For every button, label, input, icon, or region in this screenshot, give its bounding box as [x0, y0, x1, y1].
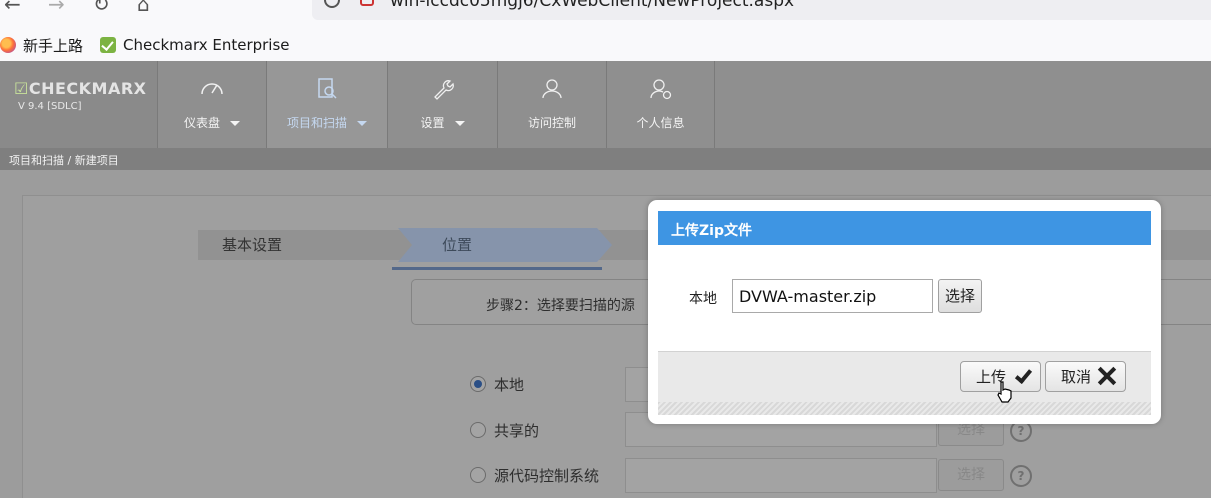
- version-label: V 9.4 [SDLC]: [18, 101, 82, 112]
- forward-arrow-icon[interactable]: →: [48, 0, 65, 14]
- user-settings-icon: [649, 79, 671, 100]
- menu-label: 个人信息: [636, 116, 685, 130]
- chevron-down-icon: [454, 121, 465, 126]
- dialog-title: 上传Zip文件: [658, 211, 1151, 245]
- active-step-underline: [392, 267, 602, 270]
- source-control-input[interactable]: [625, 458, 937, 493]
- step-location-arrow: [398, 228, 612, 262]
- project-scan-icon: [318, 78, 337, 99]
- checkmarx-icon: [100, 37, 116, 53]
- local-file-label: 本地: [689, 291, 717, 307]
- radio-shared[interactable]: [470, 422, 486, 438]
- chevron-down-icon: [357, 121, 367, 126]
- url-text[interactable]: win-lccdc05mgj6/CxWebClient/NewProject.a…: [390, 0, 794, 11]
- breadcrumb[interactable]: 项目和扫描 / 新建项目: [9, 152, 119, 168]
- footer-stripes: [658, 402, 1151, 415]
- bookmarks-bar: 新手上路 Checkmarx Enterprise: [0, 30, 1211, 61]
- upload-zip-dialog: 上传Zip文件 本地 DVWA-master.zip 选择 上传 取消: [648, 200, 1161, 424]
- dialog-footer: 上传 取消: [658, 351, 1151, 415]
- menu-access-control[interactable]: 访问控制: [497, 61, 606, 148]
- reload-icon[interactable]: ↻: [93, 0, 110, 14]
- source-control-choose-button[interactable]: 选择: [938, 459, 1004, 491]
- logo-text: ☑CHECKMARX: [14, 79, 147, 98]
- file-path-input[interactable]: DVWA-master.zip: [732, 279, 933, 313]
- app-header: ☑CHECKMARX V 9.4 [SDLC] 仪表盘 项目和扫描 设置 访问控…: [0, 61, 1211, 148]
- cancel-button[interactable]: 取消: [1045, 361, 1126, 392]
- radio-label-shared: 共享的: [494, 422, 540, 440]
- menu-label: 访问控制: [527, 116, 576, 130]
- breadcrumb-bar: 项目和扫描 / 新建项目: [0, 148, 1211, 170]
- bookmark-checkmarx[interactable]: Checkmarx Enterprise: [100, 35, 290, 55]
- menu-projects-scans[interactable]: 项目和扫描: [266, 61, 387, 148]
- help-icon[interactable]: ?: [1010, 465, 1032, 487]
- menu-settings[interactable]: 设置: [387, 61, 497, 148]
- radio-local[interactable]: [470, 376, 486, 392]
- back-arrow-icon[interactable]: ←: [4, 0, 21, 14]
- bookmark-label: 新手上路: [23, 36, 84, 55]
- bookmark-getting-started[interactable]: 新手上路: [0, 35, 83, 55]
- choose-file-button[interactable]: 选择: [938, 279, 982, 313]
- checkmarx-logo[interactable]: ☑CHECKMARX V 9.4 [SDLC]: [0, 61, 157, 148]
- close-icon: [1097, 366, 1117, 386]
- gauge-icon: [201, 83, 223, 95]
- radio-label-local: 本地: [494, 376, 525, 394]
- wrench-icon: [433, 80, 454, 100]
- step-location[interactable]: 位置: [442, 234, 472, 255]
- menu-personal-info[interactable]: 个人信息: [606, 61, 715, 148]
- radio-source-control[interactable]: [470, 467, 486, 483]
- menu-label: 仪表盘: [183, 116, 220, 130]
- cancel-button-label: 取消: [1061, 368, 1092, 386]
- step-basic-settings[interactable]: 基本设置: [222, 234, 282, 255]
- insecure-lock-icon[interactable]: [360, 0, 374, 6]
- hand-cursor-icon: [997, 381, 1012, 403]
- radio-label-source-control: 源代码控制系统: [494, 467, 600, 485]
- browser-toolbar: ← → ↻ ⌂ win-lccdc05mgj6/CxWebClient/NewP…: [0, 0, 1211, 30]
- chevron-down-icon: [230, 121, 240, 126]
- menu-label: 设置: [420, 116, 445, 130]
- menu-label: 项目和扫描: [286, 116, 347, 130]
- logo-check-icon: ☑: [14, 79, 29, 98]
- instruction-text: 步骤2：选择要扫描的源: [486, 298, 635, 314]
- home-icon[interactable]: ⌂: [137, 0, 150, 14]
- bookmark-label: Checkmarx Enterprise: [123, 36, 290, 54]
- checkmark-icon: [1014, 365, 1033, 385]
- menu-dashboard[interactable]: 仪表盘: [157, 61, 266, 148]
- firefox-icon: [0, 37, 16, 53]
- users-icon: [542, 79, 562, 99]
